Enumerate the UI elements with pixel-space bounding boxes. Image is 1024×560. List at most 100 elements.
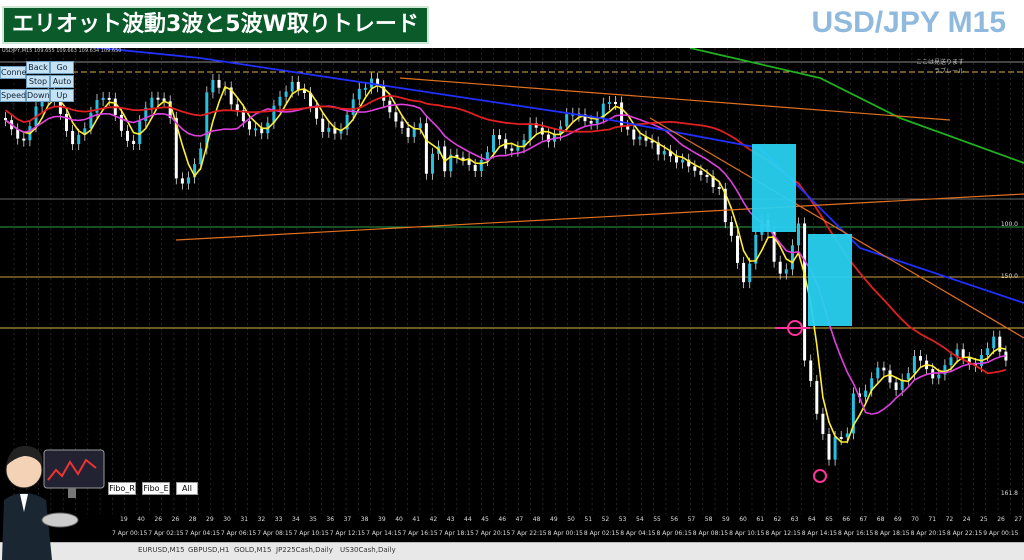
bar-number-label: 57 [688, 516, 696, 523]
candle [279, 97, 282, 106]
bar-number-label: 45 [481, 516, 489, 523]
bar-number-label: 68 [877, 516, 885, 523]
price-chart [0, 48, 1024, 542]
time-label: 8 Apr 08:15 [693, 530, 728, 537]
bar-number-label: 50 [567, 516, 575, 523]
candle [895, 382, 898, 389]
bar-number-label: 71 [928, 516, 936, 523]
time-label: 8 Apr 00:15 [548, 530, 583, 537]
candle [425, 123, 428, 173]
time-label: 7 Apr 04:15 [185, 530, 220, 537]
time-label: 7 Apr 06:15 [221, 530, 256, 537]
bar-number-label: 55 [653, 516, 661, 523]
bar-number-label: 62 [774, 516, 782, 523]
candle [89, 113, 92, 129]
time-axis: 19 40 26 26 28 29 30 31 32 33 34 35 36 37 38 39 40 41 42 43… [0, 514, 1024, 542]
candle [748, 264, 751, 283]
tab-jp225[interactable]: JP225Cash,Daily [276, 546, 333, 554]
candle [352, 99, 355, 115]
top-bar: エリオット波動3波と5波W取りトレード USD/JPY M15 [0, 0, 1024, 48]
bar-number-label: 40 [395, 516, 403, 523]
down-button[interactable]: Down [26, 89, 50, 102]
back-button[interactable]: Back [26, 61, 50, 74]
candle [840, 437, 843, 439]
bar-number-label: 34 [292, 516, 300, 523]
candle [803, 223, 806, 360]
bar-number-label: 56 [670, 516, 678, 523]
time-label: 8 Apr 12:15 [765, 530, 800, 537]
up-button[interactable]: Up [50, 89, 74, 102]
candle [950, 357, 953, 365]
candle [614, 102, 617, 104]
candle [675, 156, 678, 162]
time-label: 8 Apr 04:15 [620, 530, 655, 537]
fibo-e-button[interactable]: Fibo_E [142, 482, 170, 495]
go-button[interactable]: Go [50, 61, 74, 74]
right-annotation-1: ここは見送ります [916, 57, 964, 66]
candle [126, 131, 129, 141]
fibo-level-150: 150.0 [1001, 273, 1018, 280]
candle [821, 414, 824, 434]
candle [864, 391, 867, 397]
tab-us30[interactable]: US30Cash,Daily [340, 546, 396, 554]
chart-area[interactable] [0, 48, 1024, 542]
tab-gold[interactable]: GOLD,M15 [234, 546, 271, 554]
candle [907, 373, 910, 379]
tab-gbpusd[interactable]: GBPUSD,H1 [188, 546, 229, 554]
candle [22, 139, 25, 141]
auto-button[interactable]: Auto [50, 75, 74, 88]
bar-number-label: 26 [172, 516, 180, 523]
trendline-upper [400, 78, 950, 120]
time-label: 8 Apr 02:15 [584, 530, 619, 537]
bar-number-label: 49 [550, 516, 558, 523]
candle [797, 223, 800, 245]
tab-eurusd[interactable]: EURUSD,M15 [138, 546, 185, 554]
candle [407, 128, 410, 137]
candle [157, 98, 160, 100]
speed-button[interactable]: Speed 1 [0, 89, 26, 102]
bar-number-label: 28 [189, 516, 197, 523]
candle [236, 104, 239, 110]
bar-number-label: 48 [533, 516, 541, 523]
bar-number-label: 69 [894, 516, 902, 523]
candle [706, 175, 709, 177]
candle [785, 269, 788, 273]
time-label: 7 Apr 22:15 [511, 530, 546, 537]
candle [608, 102, 611, 104]
candle [742, 263, 745, 282]
fibo-r-button[interactable]: Fibo_R [108, 482, 136, 495]
trendline-support [176, 194, 1024, 240]
candle [986, 348, 989, 355]
bar-number-label: 54 [636, 516, 644, 523]
bar-number-label: 42 [430, 516, 438, 523]
candle [510, 149, 513, 151]
bar-number-label: 35 [309, 516, 317, 523]
bar-number-label: 19 [120, 516, 128, 523]
bar-number-label: 65 [825, 516, 833, 523]
right-annotation-2: ラブレール [934, 66, 964, 75]
time-label: 9 Apr 00:15 [983, 530, 1018, 537]
candle [474, 165, 477, 171]
candle [254, 128, 257, 130]
bar-number-label: 72 [946, 516, 954, 523]
all-button[interactable]: All [176, 482, 198, 495]
candle [693, 166, 696, 170]
candle [297, 82, 300, 90]
bar-number-label: 31 [240, 516, 248, 523]
candle [394, 112, 397, 121]
time-label: 7 Apr 20:15 [475, 530, 510, 537]
bar-number-label: 53 [619, 516, 627, 523]
time-label: 8 Apr 22:15 [947, 530, 982, 537]
candle [181, 178, 184, 183]
fibo-level-161: 161.8 [1001, 490, 1018, 497]
candle [663, 151, 666, 155]
candle [132, 141, 135, 144]
connect-button[interactable]: Connect [0, 66, 26, 79]
candle [565, 114, 568, 126]
stop-button[interactable]: Stop [26, 75, 50, 88]
candle [699, 171, 702, 175]
bar-number-label: 47 [516, 516, 524, 523]
bar-number-label: 36 [326, 516, 334, 523]
candle [358, 89, 361, 99]
bar-number-label: 24 [963, 516, 971, 523]
